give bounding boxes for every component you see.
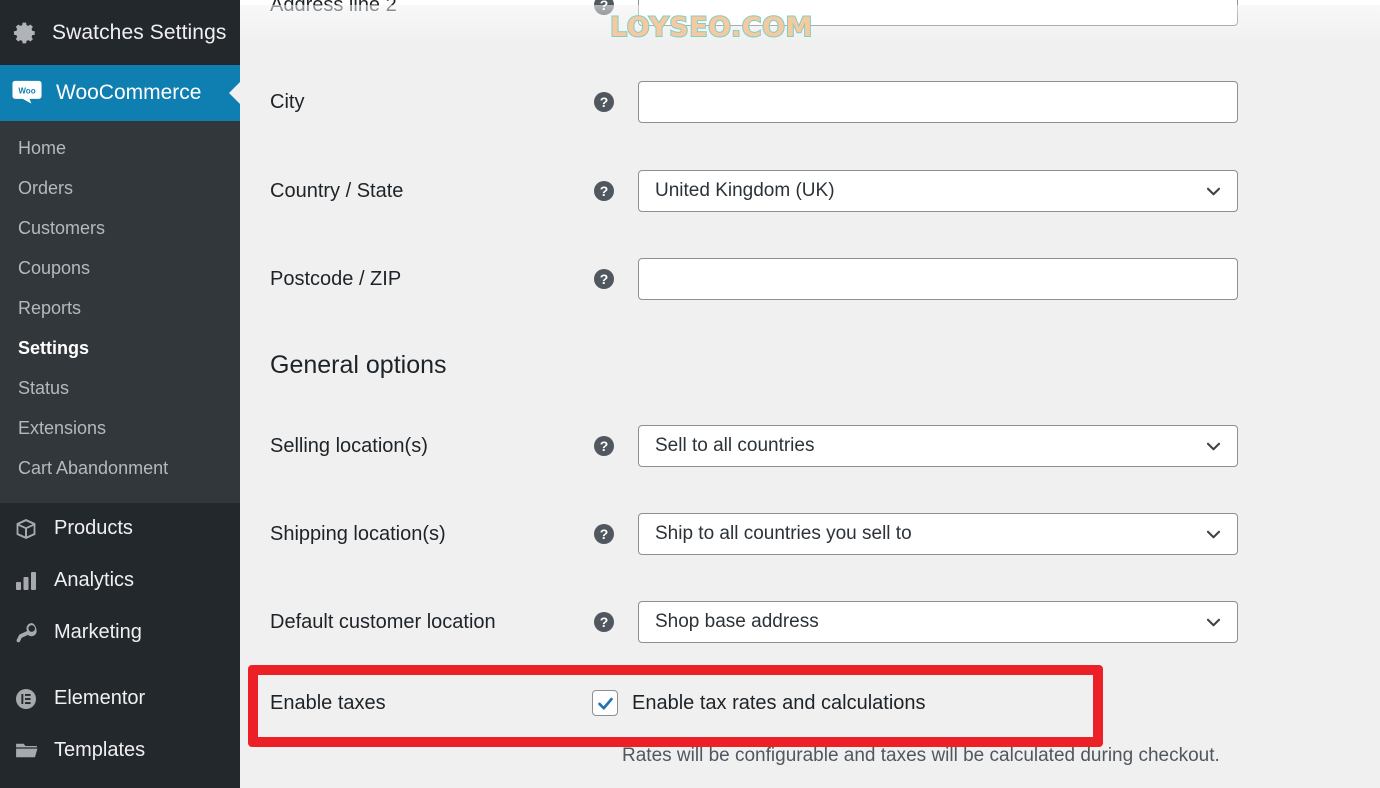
sidebar-item-settings[interactable]: Settings [0,329,240,369]
chevron-down-icon [1206,530,1221,538]
elementor-icon [12,685,40,713]
sidebar-item-woocommerce[interactable]: Woo WooCommerce [0,65,240,121]
help-icon[interactable]: ? [592,434,616,458]
sidebar-woocommerce-label: WooCommerce [56,81,202,104]
admin-sidebar: Swatches Settings Woo WooCommerce Home O… [0,0,240,788]
sidebar-item-cart-abandonment[interactable]: Cart Abandonment [0,449,240,489]
watermark: LOYSEO.COM [609,11,813,44]
country-state-label: Country / State [270,180,404,202]
sidebar-item-templates[interactable]: Templates [0,725,240,777]
sidebar-item-extensions[interactable]: Extensions [0,409,240,449]
selling-location-label: Selling location(s) [270,435,428,457]
svg-text:?: ? [600,526,609,542]
woocommerce-icon: Woo [12,78,42,108]
postcode-input[interactable] [638,258,1238,300]
chevron-down-icon [1206,187,1221,195]
checkmark-icon [597,697,613,710]
default-customer-location-value: Shop base address [655,611,819,632]
gear-icon [12,20,38,46]
svg-text:?: ? [600,614,609,630]
megaphone-icon [12,619,40,647]
sidebar-item-home[interactable]: Home [0,129,240,169]
sidebar-analytics-label: Analytics [54,569,135,592]
country-state-select[interactable]: United Kingdom (UK) [638,170,1238,212]
svg-text:?: ? [600,271,609,287]
default-customer-location-label: Default customer location [270,611,496,633]
field-row-shipping-location: Shipping location(s) ? Ship to all count… [240,513,1380,555]
settings-content-panel: Address line 2 ? City ? Country / State … [240,0,1380,788]
field-row-enable-taxes: Enable taxes Enable tax rates and calcul… [240,690,1380,716]
box-icon [12,515,40,543]
sidebar-item-status[interactable]: Status [0,369,240,409]
active-menu-arrow-icon [229,81,240,105]
city-label: City [270,91,305,113]
shipping-location-label: Shipping location(s) [270,523,446,545]
sidebar-products-label: Products [54,517,133,540]
sidebar-item-elementor[interactable]: Elementor [0,673,240,725]
chevron-down-icon [1206,442,1221,450]
default-customer-location-select[interactable]: Shop base address [638,601,1238,643]
shipping-location-select[interactable]: Ship to all countries you sell to [638,513,1238,555]
field-row-selling-location: Selling location(s) ? Sell to all countr… [240,425,1380,467]
field-row-default-customer-location: Default customer location ? Shop base ad… [240,601,1380,643]
svg-text:?: ? [600,94,609,110]
folder-icon [12,737,40,765]
enable-taxes-checkbox-label: Enable tax rates and calculations [632,691,926,714]
enable-taxes-checkbox[interactable] [592,690,618,716]
svg-text:Woo: Woo [18,86,35,95]
sidebar-marketing-label: Marketing [54,621,142,644]
help-icon[interactable]: ? [592,610,616,634]
sidebar-elementor-label: Elementor [54,687,146,710]
chevron-down-icon [1206,618,1221,626]
svg-text:?: ? [600,0,609,13]
postcode-label: Postcode / ZIP [270,268,402,290]
city-input[interactable] [638,81,1238,123]
field-row-city: City ? [240,81,1380,123]
address-line-2-label: Address line 2 [270,0,397,16]
svg-text:?: ? [600,438,609,454]
enable-taxes-checkbox-group[interactable]: Enable tax rates and calculations [592,690,926,716]
help-icon[interactable]: ? [592,267,616,291]
help-icon[interactable]: ? [592,179,616,203]
woocommerce-submenu: Home Orders Customers Coupons Reports Se… [0,121,240,503]
field-row-country-state: Country / State ? United Kingdom (UK) [240,170,1380,212]
woocommerce-settings-screen: Swatches Settings Woo WooCommerce Home O… [0,0,1380,788]
sidebar-separator [0,659,240,673]
country-state-value: United Kingdom (UK) [655,180,835,201]
sidebar-item-customers[interactable]: Customers [0,209,240,249]
enable-taxes-label: Enable taxes [270,692,386,714]
general-options-heading: General options [270,351,447,379]
help-icon[interactable]: ? [592,522,616,546]
sidebar-swatches-label: Swatches Settings [52,20,227,44]
sidebar-item-orders[interactable]: Orders [0,169,240,209]
sidebar-item-products[interactable]: Products [0,503,240,555]
sidebar-item-coupons[interactable]: Coupons [0,249,240,289]
enable-taxes-description: Rates will be configurable and taxes wil… [622,745,1220,766]
sidebar-templates-label: Templates [54,739,146,762]
sidebar-item-analytics[interactable]: Analytics [0,555,240,607]
shipping-location-value: Ship to all countries you sell to [655,523,912,544]
help-icon[interactable]: ? [592,90,616,114]
field-row-postcode: Postcode / ZIP ? [240,258,1380,300]
sidebar-item-marketing[interactable]: Marketing [0,607,240,659]
svg-text:?: ? [600,183,609,199]
sidebar-item-swatches-settings[interactable]: Swatches Settings [0,0,240,65]
selling-location-value: Sell to all countries [655,435,815,456]
bar-chart-icon [12,567,40,595]
sidebar-item-reports[interactable]: Reports [0,289,240,329]
selling-location-select[interactable]: Sell to all countries [638,425,1238,467]
